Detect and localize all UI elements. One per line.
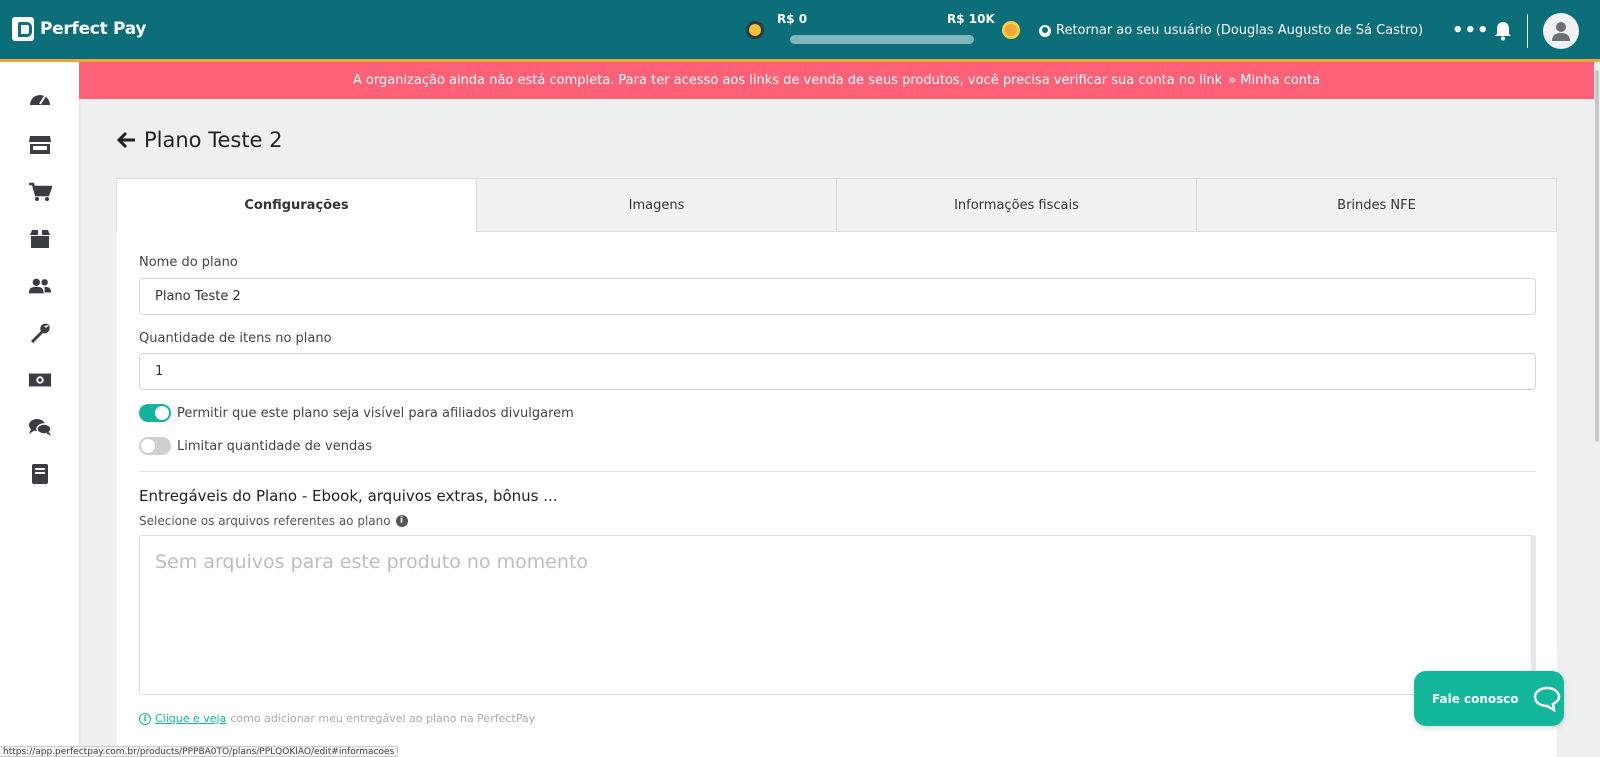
sidebar [0,62,79,757]
quantity-input[interactable] [139,353,1536,390]
files-label-row: Selecione os arquivos referentes ao plan… [139,514,408,528]
tab-brindes-nfe[interactable]: Brindes NFE [1197,178,1557,232]
wrench-icon [31,323,50,343]
files-empty-message: Sem arquivos para este produto no moment… [155,551,589,573]
configuration-panel: Nome do plano Quantidade de itens no pla… [116,232,1557,757]
files-label: Selecione os arquivos referentes ao plan… [139,514,391,528]
info-icon[interactable]: i [395,515,408,527]
return-to-user-label: Retornar ao seu usuário (Douglas Augusto… [1056,23,1424,38]
sidebar-item-tools[interactable] [28,321,52,345]
chat-icon [29,419,52,436]
affiliate-visibility-row: Permitir que este plano seja visível par… [139,404,574,422]
plan-name-input[interactable] [139,278,1536,315]
sidebar-item-finance[interactable] [28,368,52,392]
sidebar-item-products[interactable] [28,227,52,251]
sidebar-item-docs[interactable] [28,462,52,486]
goal-max-label: R$ 10K [947,12,995,26]
toggle-knob [155,406,169,420]
tab-bar: Configurações Imagens Informações fiscai… [116,178,1557,232]
alert-text: A organização ainda não está completa. P… [352,73,1223,88]
store-icon [29,136,51,154]
sidebar-item-store[interactable] [28,133,52,157]
limit-sales-toggle[interactable] [139,437,171,455]
sidebar-item-cart[interactable] [28,180,52,204]
section-divider [139,471,1536,472]
help-link[interactable]: Clique e veja [155,712,226,725]
logo-mark-icon [12,17,34,41]
medal-start-icon [746,21,764,39]
help-info-icon: i [139,712,151,725]
return-to-user-link[interactable]: Retornar ao seu usuário (Douglas Augusto… [1039,23,1423,38]
cart-icon [29,182,52,201]
users-icon [28,278,52,294]
tab-imagens[interactable]: Imagens [477,178,837,232]
affiliate-visibility-label: Permitir que este plano seja visível par… [177,405,574,421]
sidebar-item-chat[interactable] [28,415,52,439]
page-title: Plano Teste 2 [116,128,283,152]
speedometer-icon [30,95,50,105]
goal-progress-bar [790,35,974,44]
more-options-icon[interactable]: ••• [1452,20,1490,41]
contact-us-label: Fale conosco [1432,691,1519,706]
files-selector[interactable]: Sem arquivos para este produto no moment… [139,535,1536,695]
plan-title: Plano Teste 2 [144,128,283,152]
medal-goal-icon [1002,21,1020,39]
header-divider [1527,14,1528,48]
avatar[interactable] [1543,13,1579,49]
user-circle-icon [1039,24,1051,37]
help-line: i Clique e veja como adicionar meu entre… [139,712,535,725]
scrollbar-thumb[interactable] [1595,70,1599,442]
my-account-link[interactable]: » Minha conta [1228,73,1320,88]
top-bar: Perfect Pay R$ 0 R$ 10K Retornar ao seu … [0,0,1600,62]
affiliate-visibility-toggle[interactable] [139,404,171,422]
user-avatar-icon [1552,22,1570,41]
back-arrow-icon[interactable] [116,130,136,150]
status-bar-url: https://app.perfectpay.com.br/products/P… [0,746,399,757]
quantity-label: Quantidade de itens no plano [139,331,332,346]
toggle-knob [141,439,155,453]
goal-min-label: R$ 0 [777,12,808,26]
tab-configuracoes[interactable]: Configurações [116,178,477,232]
contact-us-button[interactable]: Fale conosco [1414,671,1564,726]
brand-logo[interactable]: Perfect Pay [12,17,146,41]
verification-alert-banner: A organização ainda não está completa. P… [79,62,1594,99]
help-text: como adicionar meu entregável ao plano n… [230,712,536,725]
sidebar-item-dashboard[interactable] [28,86,52,110]
book-icon [32,464,48,484]
sidebar-item-users[interactable] [28,274,52,298]
brand-name: Perfect Pay [40,19,147,39]
tab-informacoes-fiscais[interactable]: Informações fiscais [837,178,1197,232]
plan-name-label: Nome do plano [139,255,238,270]
money-icon [28,373,52,387]
limit-sales-row: Limitar quantidade de vendas [139,437,372,455]
chat-bubble-icon [1533,686,1560,712]
bell-icon[interactable] [1494,21,1512,41]
box-icon [30,230,50,248]
limit-sales-label: Limitar quantidade de vendas [177,438,372,454]
deliverables-title: Entregáveis do Plano - Ebook, arquivos e… [139,487,558,505]
